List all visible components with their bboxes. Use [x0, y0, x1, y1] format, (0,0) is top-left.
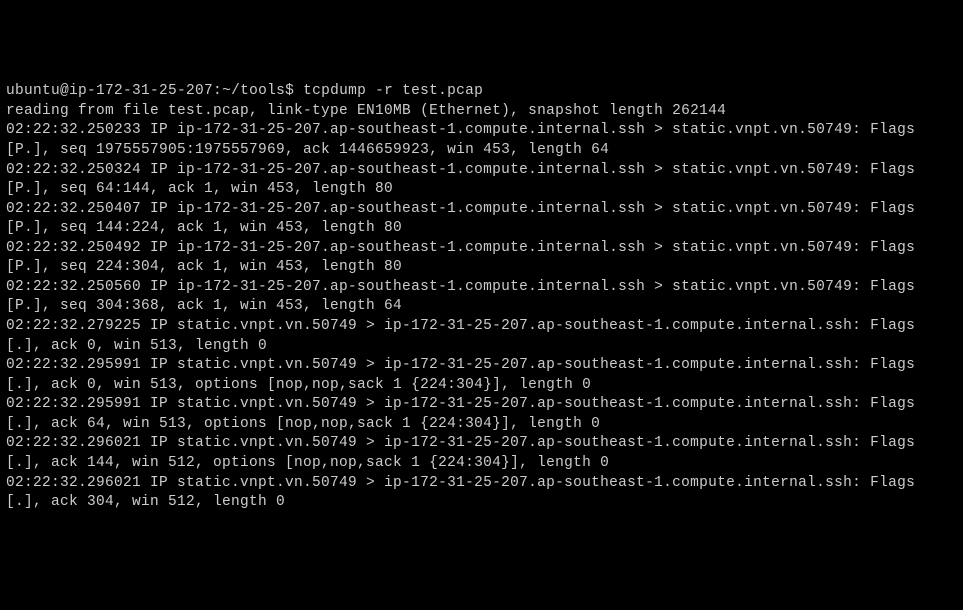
command-text: tcpdump -r test.pcap: [303, 83, 483, 99]
output-line: 02:22:32.250492 IP ip-172-31-25-207.ap-s…: [6, 240, 924, 276]
terminal-window[interactable]: ubuntu@ip-172-31-25-207:~/tools$ tcpdump…: [6, 82, 957, 512]
prompt-colon: :: [213, 83, 222, 99]
output-line: 02:22:32.295991 IP static.vnpt.vn.50749 …: [6, 396, 924, 432]
prompt-path: ~/tools: [222, 83, 285, 99]
output-line: 02:22:32.279225 IP static.vnpt.vn.50749 …: [6, 318, 924, 354]
output-line: 02:22:32.250324 IP ip-172-31-25-207.ap-s…: [6, 162, 924, 198]
output-line: 02:22:32.250407 IP ip-172-31-25-207.ap-s…: [6, 201, 924, 237]
prompt-separator: $: [285, 83, 294, 99]
output-line: 02:22:32.296021 IP static.vnpt.vn.50749 …: [6, 475, 924, 511]
output-line: reading from file test.pcap, link-type E…: [6, 103, 726, 119]
output-line: 02:22:32.295991 IP static.vnpt.vn.50749 …: [6, 357, 924, 393]
output-line: 02:22:32.296021 IP static.vnpt.vn.50749 …: [6, 435, 924, 471]
prompt-user-host: ubuntu@ip-172-31-25-207: [6, 83, 213, 99]
output-line: 02:22:32.250233 IP ip-172-31-25-207.ap-s…: [6, 122, 924, 158]
output-line: 02:22:32.250560 IP ip-172-31-25-207.ap-s…: [6, 279, 924, 315]
